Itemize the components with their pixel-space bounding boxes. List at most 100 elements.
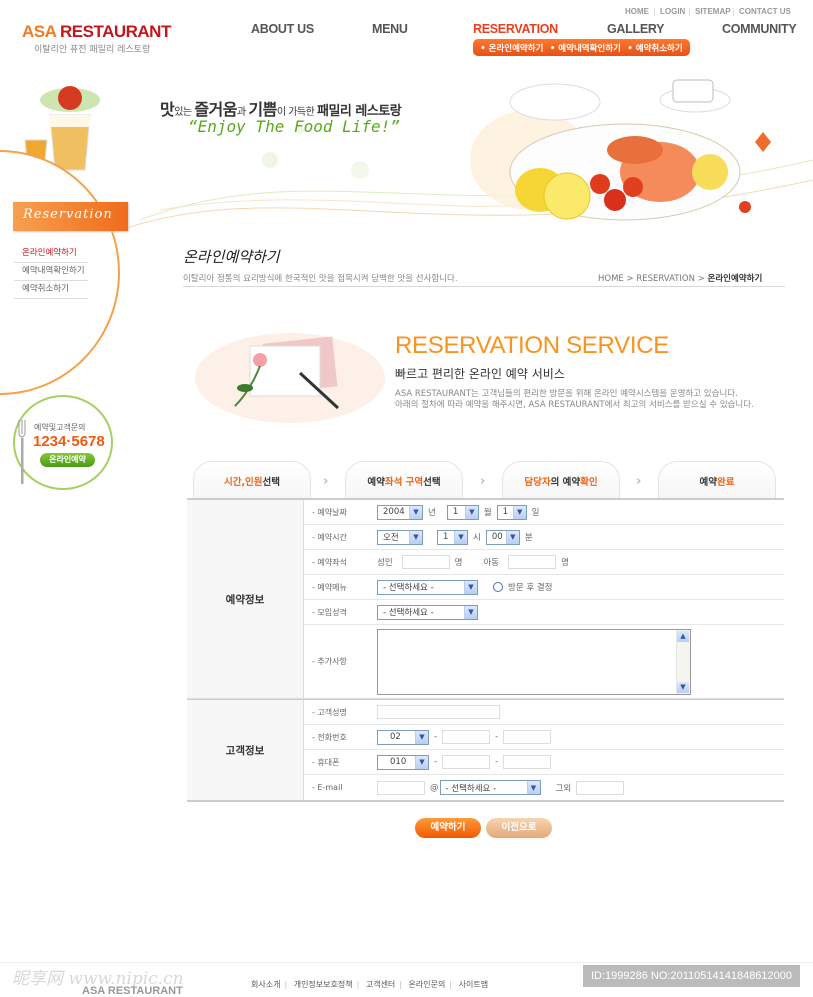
section-heading: 예약정보 [187, 500, 304, 698]
breadcrumb: HOME > RESERVATION > 온라인예약하기 [598, 272, 762, 284]
page-title: 온라인예약하기 [183, 248, 280, 266]
email-other-input[interactable] [576, 780, 625, 795]
breadcrumb-reservation[interactable]: RESERVATION [636, 274, 695, 284]
decide-after-visit-radio[interactable] [493, 582, 503, 592]
breadcrumb-home[interactable]: HOME [598, 274, 624, 284]
ampm-select[interactable]: 오전 ▼ [377, 529, 423, 545]
nav-community[interactable]: COMMUNITY [722, 22, 797, 36]
select-value: 010 [390, 757, 407, 767]
mobile-mid-input[interactable] [442, 755, 491, 769]
month-select[interactable]: 1 ▼ [446, 504, 479, 520]
select-value: 02 [390, 732, 401, 742]
step-text: 예약 [367, 477, 385, 488]
subnav-check-reservation[interactable]: • 예약내역확인하기 [550, 42, 621, 54]
email-local-input[interactable] [377, 780, 425, 795]
sidebar-item-cancel-reservation[interactable]: 예약취소하기 [14, 278, 88, 299]
at-symbol: @ [430, 782, 439, 793]
brand-logo[interactable]: ASA RESTAURANT [22, 22, 171, 42]
step-text: 선택 [423, 477, 441, 488]
phone-prefix-select[interactable]: 02 ▼ [377, 729, 429, 745]
customer-name-input[interactable] [377, 705, 500, 719]
subnav-online-reservation[interactable]: • 온라인예약하기 [480, 42, 543, 54]
footer-link-company[interactable]: 회사소개 [251, 980, 280, 989]
phone-last-input[interactable] [503, 730, 552, 744]
nav-menu[interactable]: MENU [372, 22, 408, 36]
brand-tagline: 이탈리안 퓨전 패밀리 레스토랑 [34, 45, 151, 55]
step-text: 의 예약 [550, 477, 581, 488]
reservation-subnav: • 온라인예약하기 • 예약내역확인하기 • 예약취소하기 [473, 39, 690, 56]
footer-sep: | [399, 980, 402, 989]
field-label: - 휴대폰 [312, 757, 340, 767]
chevron-down-icon: ▼ [409, 530, 422, 544]
footer-link-inquiry[interactable]: 온라인문의 [409, 980, 446, 989]
step-2-seat-area: 예약좌석 구역선택 [345, 461, 463, 499]
select-value: 1 [452, 507, 459, 517]
nav-reservation[interactable]: RESERVATION [473, 22, 558, 36]
chevron-down-icon: ▼ [526, 781, 540, 794]
field-label: - 예약시간 [312, 532, 347, 542]
chevron-down-icon: ▼ [512, 505, 526, 519]
service-title: RESERVATION SERVICE [395, 332, 669, 359]
section-heading: 고객정보 [187, 700, 304, 800]
field-label: - 예약좌석 [312, 557, 347, 567]
field-label: - 예약날짜 [312, 507, 347, 517]
chevron-down-icon: ▼ [415, 730, 428, 744]
nav-gallery[interactable]: GALLERY [607, 22, 664, 36]
subnav-cancel-reservation[interactable]: • 예약취소하기 [627, 42, 682, 54]
mobile-prefix-select[interactable]: 010 ▼ [377, 754, 429, 770]
select-value: - 선택하세요 - [445, 783, 497, 794]
footer-sep: | [356, 980, 360, 989]
adult-count-input[interactable] [401, 555, 450, 569]
step-text: 선택 [262, 477, 281, 488]
row-purpose: - 모임성격 - 선택하세요 - ▼ [304, 600, 784, 625]
chevron-down-icon: ▼ [464, 605, 477, 619]
footer-link-privacy[interactable]: 개인정보보호정책 [294, 980, 353, 989]
unit-label: 시 [473, 533, 481, 543]
util-link-contact[interactable]: CONTACT US [739, 7, 791, 16]
field-label: - 전화번호 [312, 732, 347, 742]
day-select[interactable]: 1 ▼ [496, 504, 527, 520]
unit-label: 명 [561, 558, 569, 568]
select-value: 오전 [383, 533, 399, 543]
scroll-up-icon[interactable]: ▲ [677, 630, 689, 642]
separator: - [434, 732, 438, 742]
email-domain-select[interactable]: - 선택하세요 - ▼ [439, 780, 541, 795]
online-reservation-button[interactable]: 온라인예약 [40, 453, 95, 467]
notes-textarea[interactable]: ▲ ▼ [377, 628, 691, 695]
minute-select[interactable]: 00 ▼ [485, 529, 520, 545]
util-link-home[interactable]: HOME [625, 7, 649, 16]
customer-info-section: 고객정보 - 고객성명 - 전화번호 02 ▼ - - - 휴대폰 010 ▼ [187, 699, 784, 800]
footer-logo: ASA RESTAURANT [82, 985, 183, 997]
submit-reservation-button[interactable]: 예약하기 [415, 818, 481, 838]
select-value: - 선택하세요 - [383, 583, 434, 593]
mobile-last-input[interactable] [503, 755, 552, 769]
hour-select[interactable]: 1 ▼ [437, 529, 468, 545]
logo-part-restaurant: RESTAURANT [60, 22, 171, 41]
select-value: 2004 [383, 507, 405, 517]
step-1-time-people: 시간,인원선택 [193, 461, 311, 499]
reservation-form: 예약정보 - 예약날짜 2004 ▼ 년 1 ▼ 월 1 ▼ 일 - 예약시간 오전 ▼… [187, 498, 784, 802]
contact-label: 예약및고객문의 [34, 423, 86, 432]
separator: - [495, 757, 499, 767]
unit-label: 일 [531, 508, 540, 518]
util-separator: | [732, 7, 735, 16]
nav-about-us[interactable]: ABOUT US [251, 22, 314, 36]
util-link-sitemap[interactable]: SITEMAP [695, 7, 731, 16]
previous-button[interactable]: 이전으로 [486, 818, 552, 838]
year-select[interactable]: 2004 ▼ [377, 504, 423, 520]
row-mobile: - 휴대폰 010 ▼ - - [304, 750, 784, 775]
breadcrumb-current: 온라인예약하기 [707, 274, 763, 284]
footer-link-support[interactable]: 고객센터 [366, 980, 395, 989]
step-text: 완료 [717, 477, 735, 488]
util-link-login[interactable]: LOGIN [660, 7, 685, 16]
footer-link-sitemap[interactable]: 사이트맵 [459, 980, 488, 989]
hero-food-image [509, 79, 771, 221]
scroll-down-icon[interactable]: ▼ [677, 681, 689, 693]
child-count-input[interactable] [508, 555, 557, 569]
row-seats: - 예약좌석 성인 명 아동 명 [304, 550, 784, 575]
footer-links: 회사소개 | 개인정보보호정책 | 고객센터 | 온라인문의 | 사이트맵 [251, 979, 488, 990]
phone-mid-input[interactable] [442, 730, 491, 744]
chevron-down-icon: ▼ [464, 505, 478, 519]
menu-select[interactable]: - 선택하세요 - ▼ [377, 579, 478, 595]
purpose-select[interactable]: - 선택하세요 - ▼ [377, 604, 478, 620]
